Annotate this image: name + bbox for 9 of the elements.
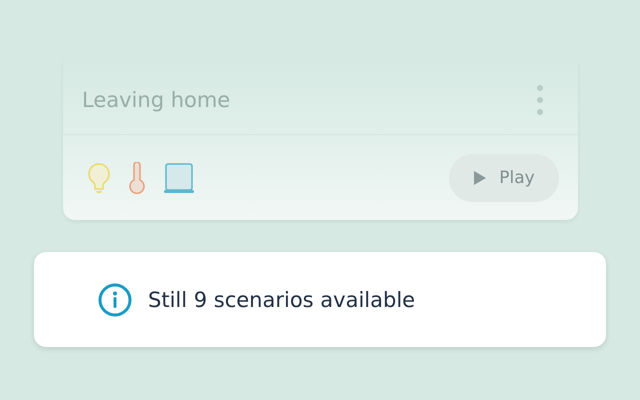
scenario-title: Leaving home xyxy=(82,88,230,112)
play-icon xyxy=(473,170,488,186)
lightbulb-icon xyxy=(87,162,111,194)
thermometer-icon xyxy=(127,162,147,194)
info-icon xyxy=(98,282,132,316)
more-icon[interactable] xyxy=(536,84,544,116)
play-button[interactable]: Play xyxy=(449,154,559,202)
toast-message: Still 9 scenarios available xyxy=(148,288,416,312)
window-blind-icon xyxy=(163,162,195,194)
